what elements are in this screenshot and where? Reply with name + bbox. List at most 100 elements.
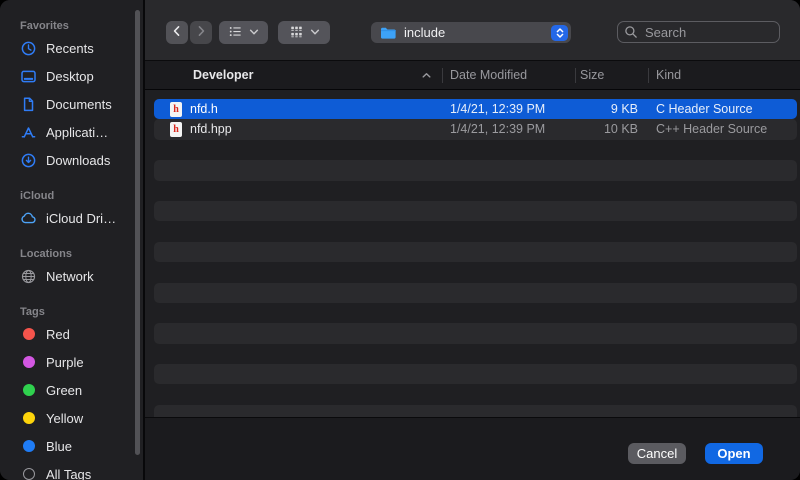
folder-icon bbox=[380, 26, 397, 40]
sidebar-item-label: Recents bbox=[46, 41, 94, 56]
tag-circle-icon bbox=[20, 466, 37, 480]
sidebar-item-all-tags[interactable]: All Tags bbox=[20, 460, 143, 480]
document-icon bbox=[20, 96, 37, 113]
empty-row bbox=[154, 283, 797, 303]
sidebar-item-label: Applicati… bbox=[46, 125, 108, 140]
sidebar-section-tags: TagsRedPurpleGreenYellowBlueAll Tags bbox=[20, 304, 143, 480]
sidebar-item-green[interactable]: Green bbox=[20, 376, 143, 404]
sidebar-section-icloud: iCloudiCloud Dri… bbox=[20, 188, 143, 232]
clock-icon bbox=[20, 40, 37, 57]
file-size: 9 KB bbox=[575, 99, 638, 119]
column-separator bbox=[648, 68, 649, 83]
file-row-nfd-hpp[interactable]: h nfd.hpp 1/4/21, 12:39 PM 10 KB C++ Header … bbox=[154, 119, 797, 139]
empty-row bbox=[154, 405, 797, 417]
chevron-down-icon bbox=[310, 25, 320, 40]
sidebar-item-label: Yellow bbox=[46, 411, 83, 426]
desktop-icon bbox=[20, 68, 37, 85]
sidebar-item-yellow[interactable]: Yellow bbox=[20, 404, 143, 432]
file-list: h nfd.h 1/4/21, 12:39 PM 9 KB C Header Sourc… bbox=[145, 91, 800, 417]
tag-dot-icon bbox=[20, 410, 37, 427]
file-name: nfd.h bbox=[190, 99, 218, 119]
file-kind: C Header Source bbox=[656, 99, 753, 119]
header-file-icon: h bbox=[170, 122, 182, 137]
empty-row bbox=[154, 242, 797, 262]
icon-view-button[interactable] bbox=[278, 21, 330, 44]
tag-dot-icon bbox=[20, 382, 37, 399]
search-input[interactable] bbox=[643, 24, 773, 41]
empty-row bbox=[154, 323, 797, 343]
empty-row bbox=[154, 160, 797, 180]
open-button[interactable]: Open bbox=[705, 443, 763, 464]
sidebar-section-favorites: Favorites Recents Desktop Documents Applicat… bbox=[20, 18, 143, 174]
sidebar-item-network[interactable]: Network bbox=[20, 262, 143, 290]
grid-view-icon bbox=[289, 24, 304, 42]
sidebar-item-purple[interactable]: Purple bbox=[20, 348, 143, 376]
app-store-icon bbox=[20, 124, 37, 141]
file-kind: C++ Header Source bbox=[656, 119, 767, 139]
sidebar-item-recents[interactable]: Recents bbox=[20, 34, 143, 62]
sidebar-item-label: iCloud Dri… bbox=[46, 211, 116, 226]
empty-row bbox=[154, 384, 797, 404]
sidebar-scrollbar[interactable] bbox=[135, 10, 140, 455]
chevron-right-icon bbox=[194, 24, 208, 41]
sidebar-item-label: Network bbox=[46, 269, 94, 284]
cancel-button[interactable]: Cancel bbox=[628, 443, 686, 464]
popup-updown-chevrons-icon bbox=[551, 25, 568, 41]
current-folder-popup[interactable]: include bbox=[371, 22, 571, 43]
empty-row bbox=[154, 181, 797, 201]
empty-row bbox=[154, 201, 797, 221]
sidebar-item-label: Purple bbox=[46, 355, 84, 370]
empty-row bbox=[154, 140, 797, 160]
empty-row bbox=[154, 303, 797, 323]
main-pane: include Developer Date Modified Size bbox=[145, 0, 800, 480]
sidebar-item-label: Documents bbox=[46, 97, 112, 112]
sidebar-sections: Favorites Recents Desktop Documents Applicat… bbox=[20, 18, 143, 480]
tag-dot-icon bbox=[20, 354, 37, 371]
sidebar-item-label: Green bbox=[46, 383, 82, 398]
dialog-footer: Cancel Open bbox=[145, 417, 800, 480]
sidebar-item-label: All Tags bbox=[46, 467, 91, 480]
column-separator bbox=[575, 68, 576, 83]
sidebar-item-red[interactable]: Red bbox=[20, 320, 143, 348]
forward-button[interactable] bbox=[190, 21, 212, 44]
file-size: 10 KB bbox=[575, 119, 638, 139]
column-header-date-modified[interactable]: Date Modified bbox=[450, 61, 527, 90]
column-header-name[interactable]: Developer bbox=[193, 61, 253, 90]
download-circle-icon bbox=[20, 152, 37, 169]
sidebar: Favorites Recents Desktop Documents Applicat… bbox=[0, 0, 143, 480]
search-field[interactable] bbox=[617, 21, 780, 43]
toolbar: include bbox=[145, 0, 800, 61]
sidebar-item-applicati[interactable]: Applicati… bbox=[20, 118, 143, 146]
sidebar-section-label: Favorites bbox=[20, 18, 143, 34]
back-button[interactable] bbox=[166, 21, 188, 44]
sidebar-item-documents[interactable]: Documents bbox=[20, 90, 143, 118]
sidebar-item-blue[interactable]: Blue bbox=[20, 432, 143, 460]
empty-row bbox=[154, 262, 797, 282]
sidebar-item-icloud-dri[interactable]: iCloud Dri… bbox=[20, 204, 143, 232]
file-date-modified: 1/4/21, 12:39 PM bbox=[450, 119, 545, 139]
sidebar-item-label: Red bbox=[46, 327, 70, 342]
column-header-size[interactable]: Size bbox=[580, 61, 604, 90]
file-row-nfd-h[interactable]: h nfd.h 1/4/21, 12:39 PM 9 KB C Header Sourc… bbox=[154, 99, 797, 119]
sidebar-item-desktop[interactable]: Desktop bbox=[20, 62, 143, 90]
tag-dot-icon bbox=[20, 438, 37, 455]
empty-row bbox=[154, 221, 797, 241]
column-header-kind[interactable]: Kind bbox=[656, 61, 681, 90]
column-separator bbox=[442, 68, 443, 83]
cloud-icon bbox=[20, 210, 37, 227]
table-header: Developer Date Modified Size Kind bbox=[145, 61, 800, 90]
sidebar-item-downloads[interactable]: Downloads bbox=[20, 146, 143, 174]
list-view-button[interactable] bbox=[219, 21, 268, 44]
current-folder-label: include bbox=[404, 25, 551, 40]
file-date-modified: 1/4/21, 12:39 PM bbox=[450, 99, 545, 119]
empty-row bbox=[154, 344, 797, 364]
sort-ascending-icon bbox=[421, 61, 432, 90]
file-open-dialog: Favorites Recents Desktop Documents Applicat… bbox=[0, 0, 800, 480]
sidebar-section-label: Locations bbox=[20, 246, 143, 262]
file-name: nfd.hpp bbox=[190, 119, 232, 139]
sidebar-item-label: Blue bbox=[46, 439, 72, 454]
empty-row bbox=[154, 364, 797, 384]
search-icon bbox=[624, 25, 638, 39]
globe-icon bbox=[20, 268, 37, 285]
header-file-icon: h bbox=[170, 102, 182, 117]
